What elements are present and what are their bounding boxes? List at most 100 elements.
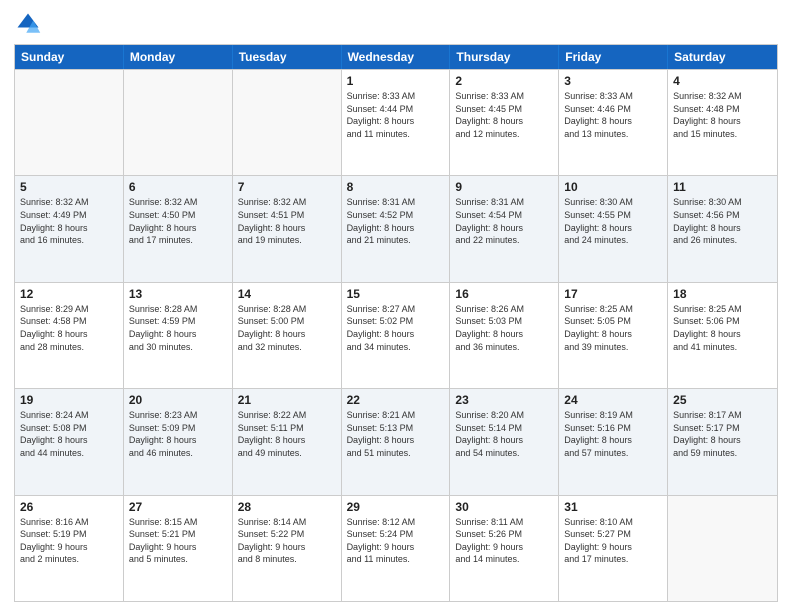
calendar-cell: 14 Sunrise: 8:28 AM Sunset: 5:00 PM Dayli… [233,283,342,388]
calendar-cell: 5 Sunrise: 8:32 AM Sunset: 4:49 PM Daylig… [15,176,124,281]
calendar-cell: 22Sunrise: 8:21 AM Sunset: 5:13 PM Dayli… [342,389,451,494]
day-info: Sunrise: 8:27 AM Sunset: 5:02 PM Dayligh… [347,303,445,353]
day-info: Sunrise: 8:32 AM Sunset: 4:48 PM Dayligh… [673,90,772,140]
day-number: 21 [238,393,336,407]
day-info: Sunrise: 8:22 AM Sunset: 5:11 PM Dayligh… [238,409,336,459]
calendar-cell: 19 Sunrise: 8:24 AM Sunset: 5:08 PM Dayli… [15,389,124,494]
day-number: 7 [238,180,336,194]
day-number: 4 [673,74,772,88]
calendar-cell: 30Sunrise: 8:11 AM Sunset: 5:26 PM Dayli… [450,496,559,601]
day-number: 27 [129,500,227,514]
day-number: 1 [347,74,445,88]
day-number: 29 [347,500,445,514]
calendar-header-cell: Friday [559,45,668,69]
calendar-cell [15,70,124,175]
calendar-cell: 29 Sunrise: 8:12 AM Sunset: 5:24 PM Dayli… [342,496,451,601]
calendar-header-cell: Monday [124,45,233,69]
calendar-cell: 21 Sunrise: 8:22 AM Sunset: 5:11 PM Dayli… [233,389,342,494]
calendar-cell: 12 Sunrise: 8:29 AM Sunset: 4:58 PM Dayli… [15,283,124,388]
day-info: Sunrise: 8:29 AM Sunset: 4:58 PM Dayligh… [20,303,118,353]
day-number: 28 [238,500,336,514]
day-number: 2 [455,74,553,88]
day-info: Sunrise: 8:16 AM Sunset: 5:19 PM Dayligh… [20,516,118,566]
calendar-cell: 9 Sunrise: 8:31 AM Sunset: 4:54 PM Daylig… [450,176,559,281]
calendar-cell: 6 Sunrise: 8:32 AM Sunset: 4:50 PM Daylig… [124,176,233,281]
calendar-cell: 3Sunrise: 8:33 AM Sunset: 4:46 PM Daylig… [559,70,668,175]
day-number: 9 [455,180,553,194]
calendar-week-row: 12 Sunrise: 8:29 AM Sunset: 4:58 PM Dayli… [15,282,777,388]
day-info: Sunrise: 8:31 AM Sunset: 4:54 PM Dayligh… [455,196,553,246]
day-info: Sunrise: 8:19 AM Sunset: 5:16 PM Dayligh… [564,409,662,459]
calendar-cell: 11 Sunrise: 8:30 AM Sunset: 4:56 PM Dayli… [668,176,777,281]
calendar-cell [233,70,342,175]
day-info: Sunrise: 8:33 AM Sunset: 4:46 PM Dayligh… [564,90,662,140]
day-info: Sunrise: 8:32 AM Sunset: 4:50 PM Dayligh… [129,196,227,246]
calendar-cell: 8 Sunrise: 8:31 AM Sunset: 4:52 PM Daylig… [342,176,451,281]
day-number: 16 [455,287,553,301]
day-info: Sunrise: 8:10 AM Sunset: 5:27 PM Dayligh… [564,516,662,566]
calendar: SundayMondayTuesdayWednesdayThursdayFrid… [14,44,778,602]
day-info: Sunrise: 8:14 AM Sunset: 5:22 PM Dayligh… [238,516,336,566]
day-number: 15 [347,287,445,301]
calendar-cell: 17 Sunrise: 8:25 AM Sunset: 5:05 PM Dayli… [559,283,668,388]
calendar-cell [668,496,777,601]
calendar-cell: 10 Sunrise: 8:30 AM Sunset: 4:55 PM Dayli… [559,176,668,281]
day-number: 17 [564,287,662,301]
day-number: 5 [20,180,118,194]
day-info: Sunrise: 8:25 AM Sunset: 5:06 PM Dayligh… [673,303,772,353]
day-number: 18 [673,287,772,301]
day-number: 10 [564,180,662,194]
day-info: Sunrise: 8:15 AM Sunset: 5:21 PM Dayligh… [129,516,227,566]
day-info: Sunrise: 8:32 AM Sunset: 4:49 PM Dayligh… [20,196,118,246]
calendar-cell: 7 Sunrise: 8:32 AM Sunset: 4:51 PM Daylig… [233,176,342,281]
day-info: Sunrise: 8:26 AM Sunset: 5:03 PM Dayligh… [455,303,553,353]
calendar-cell: 1 Sunrise: 8:33 AM Sunset: 4:44 PM Daylig… [342,70,451,175]
day-number: 24 [564,393,662,407]
day-info: Sunrise: 8:31 AM Sunset: 4:52 PM Dayligh… [347,196,445,246]
day-info: Sunrise: 8:30 AM Sunset: 4:56 PM Dayligh… [673,196,772,246]
day-info: Sunrise: 8:33 AM Sunset: 4:44 PM Dayligh… [347,90,445,140]
day-number: 31 [564,500,662,514]
calendar-week-row: 26 Sunrise: 8:16 AM Sunset: 5:19 PM Dayli… [15,495,777,601]
calendar-body: 1 Sunrise: 8:33 AM Sunset: 4:44 PM Daylig… [15,69,777,601]
calendar-header-cell: Wednesday [342,45,451,69]
day-number: 20 [129,393,227,407]
calendar-cell: 4 Sunrise: 8:32 AM Sunset: 4:48 PM Daylig… [668,70,777,175]
day-number: 14 [238,287,336,301]
day-info: Sunrise: 8:17 AM Sunset: 5:17 PM Dayligh… [673,409,772,459]
day-number: 8 [347,180,445,194]
day-info: Sunrise: 8:28 AM Sunset: 5:00 PM Dayligh… [238,303,336,353]
day-number: 22 [347,393,445,407]
calendar-cell [124,70,233,175]
calendar-cell: 24 Sunrise: 8:19 AM Sunset: 5:16 PM Dayli… [559,389,668,494]
calendar-header-cell: Thursday [450,45,559,69]
day-number: 26 [20,500,118,514]
day-number: 23 [455,393,553,407]
day-info: Sunrise: 8:28 AM Sunset: 4:59 PM Dayligh… [129,303,227,353]
logo [14,10,46,38]
calendar-cell: 28 Sunrise: 8:14 AM Sunset: 5:22 PM Dayli… [233,496,342,601]
day-number: 19 [20,393,118,407]
calendar-cell: 26 Sunrise: 8:16 AM Sunset: 5:19 PM Dayli… [15,496,124,601]
calendar-week-row: 5 Sunrise: 8:32 AM Sunset: 4:49 PM Daylig… [15,175,777,281]
day-info: Sunrise: 8:30 AM Sunset: 4:55 PM Dayligh… [564,196,662,246]
day-number: 12 [20,287,118,301]
calendar-cell: 18 Sunrise: 8:25 AM Sunset: 5:06 PM Dayli… [668,283,777,388]
day-number: 11 [673,180,772,194]
calendar-cell: 13 Sunrise: 8:28 AM Sunset: 4:59 PM Dayli… [124,283,233,388]
day-info: Sunrise: 8:25 AM Sunset: 5:05 PM Dayligh… [564,303,662,353]
calendar-cell: 16 Sunrise: 8:26 AM Sunset: 5:03 PM Dayli… [450,283,559,388]
calendar-cell: 31 Sunrise: 8:10 AM Sunset: 5:27 PM Dayli… [559,496,668,601]
calendar-cell: 2 Sunrise: 8:33 AM Sunset: 4:45 PM Daylig… [450,70,559,175]
day-info: Sunrise: 8:24 AM Sunset: 5:08 PM Dayligh… [20,409,118,459]
day-info: Sunrise: 8:33 AM Sunset: 4:45 PM Dayligh… [455,90,553,140]
day-info: Sunrise: 8:12 AM Sunset: 5:24 PM Dayligh… [347,516,445,566]
page: SundayMondayTuesdayWednesdayThursdayFrid… [0,0,792,612]
calendar-cell: 23Sunrise: 8:20 AM Sunset: 5:14 PM Dayli… [450,389,559,494]
day-number: 13 [129,287,227,301]
day-number: 6 [129,180,227,194]
day-info: Sunrise: 8:32 AM Sunset: 4:51 PM Dayligh… [238,196,336,246]
calendar-cell: 25Sunrise: 8:17 AM Sunset: 5:17 PM Dayli… [668,389,777,494]
calendar-week-row: 1 Sunrise: 8:33 AM Sunset: 4:44 PM Daylig… [15,69,777,175]
logo-icon [14,10,42,38]
